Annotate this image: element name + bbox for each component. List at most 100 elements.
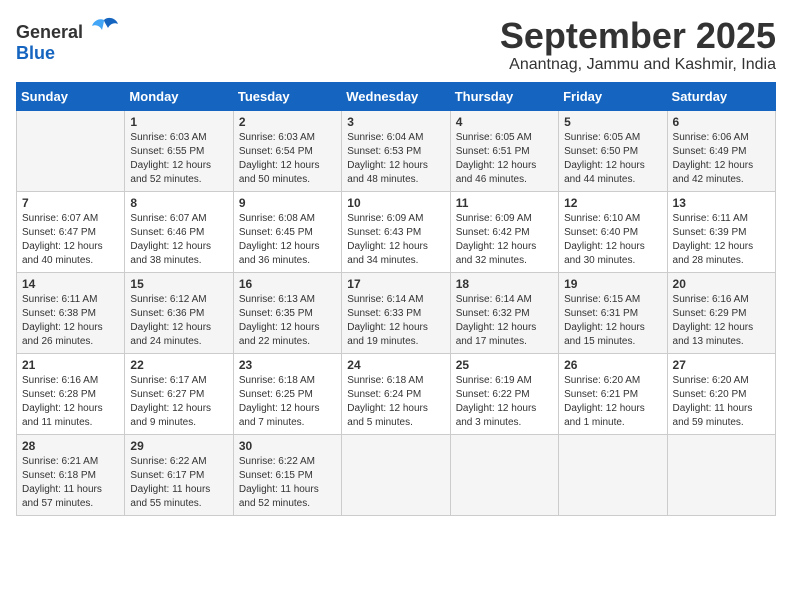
cell-content: Sunrise: 6:07 AM Sunset: 6:47 PM Dayligh…	[22, 212, 119, 268]
calendar-header: SundayMondayTuesdayWednesdayThursdayFrid…	[17, 82, 776, 110]
day-number: 15	[130, 277, 227, 291]
day-number: 2	[239, 115, 336, 129]
day-number: 4	[456, 115, 553, 129]
day-number: 19	[564, 277, 661, 291]
calendar-cell: 12 Sunrise: 6:10 AM Sunset: 6:40 PM Dayli…	[559, 191, 667, 272]
calendar-cell: 22 Sunrise: 6:17 AM Sunset: 6:27 PM Dayli…	[125, 353, 233, 434]
day-number: 28	[22, 439, 119, 453]
day-number: 6	[673, 115, 770, 129]
cell-content: Sunrise: 6:05 AM Sunset: 6:51 PM Dayligh…	[456, 131, 553, 187]
header: General Blue September 2025 Anantnag, Ja…	[16, 16, 776, 74]
cell-content: Sunrise: 6:11 AM Sunset: 6:39 PM Dayligh…	[673, 212, 770, 268]
calendar-week-row: 1 Sunrise: 6:03 AM Sunset: 6:55 PM Daylig…	[17, 110, 776, 191]
calendar-cell: 4 Sunrise: 6:05 AM Sunset: 6:51 PM Daylig…	[450, 110, 558, 191]
weekday-header-tuesday: Tuesday	[233, 82, 341, 110]
cell-content: Sunrise: 6:20 AM Sunset: 6:20 PM Dayligh…	[673, 374, 770, 430]
month-title: September 2025	[500, 16, 776, 56]
cell-content: Sunrise: 6:19 AM Sunset: 6:22 PM Dayligh…	[456, 374, 553, 430]
calendar-cell: 11Sunrise: 6:09 AM Sunset: 6:42 PM Dayli…	[450, 191, 558, 272]
cell-content: Sunrise: 6:18 AM Sunset: 6:25 PM Dayligh…	[239, 374, 336, 430]
calendar-cell: 17 Sunrise: 6:14 AM Sunset: 6:33 PM Dayli…	[342, 272, 450, 353]
day-number: 23	[239, 358, 336, 372]
weekday-header-wednesday: Wednesday	[342, 82, 450, 110]
location-title: Anantnag, Jammu and Kashmir, India	[500, 56, 776, 74]
weekday-header-saturday: Saturday	[667, 82, 775, 110]
cell-content: Sunrise: 6:11 AM Sunset: 6:38 PM Dayligh…	[22, 293, 119, 349]
cell-content: Sunrise: 6:22 AM Sunset: 6:17 PM Dayligh…	[130, 455, 227, 511]
calendar-cell	[450, 434, 558, 515]
cell-content: Sunrise: 6:18 AM Sunset: 6:24 PM Dayligh…	[347, 374, 444, 430]
cell-content: Sunrise: 6:16 AM Sunset: 6:29 PM Dayligh…	[673, 293, 770, 349]
weekday-header-thursday: Thursday	[450, 82, 558, 110]
calendar-cell: 5 Sunrise: 6:05 AM Sunset: 6:50 PM Daylig…	[559, 110, 667, 191]
day-number: 12	[564, 196, 661, 210]
cell-content: Sunrise: 6:07 AM Sunset: 6:46 PM Dayligh…	[130, 212, 227, 268]
calendar-cell: 1 Sunrise: 6:03 AM Sunset: 6:55 PM Daylig…	[125, 110, 233, 191]
cell-content: Sunrise: 6:16 AM Sunset: 6:28 PM Dayligh…	[22, 374, 119, 430]
calendar-cell: 24Sunrise: 6:18 AM Sunset: 6:24 PM Dayli…	[342, 353, 450, 434]
cell-content: Sunrise: 6:15 AM Sunset: 6:31 PM Dayligh…	[564, 293, 661, 349]
day-number: 21	[22, 358, 119, 372]
cell-content: Sunrise: 6:20 AM Sunset: 6:21 PM Dayligh…	[564, 374, 661, 430]
calendar-cell: 8 Sunrise: 6:07 AM Sunset: 6:46 PM Daylig…	[125, 191, 233, 272]
day-number: 18	[456, 277, 553, 291]
day-number: 7	[22, 196, 119, 210]
calendar-cell	[342, 434, 450, 515]
day-number: 1	[130, 115, 227, 129]
calendar-week-row: 14 Sunrise: 6:11 AM Sunset: 6:38 PM Dayli…	[17, 272, 776, 353]
cell-content: Sunrise: 6:12 AM Sunset: 6:36 PM Dayligh…	[130, 293, 227, 349]
logo-general: General	[16, 22, 83, 42]
cell-content: Sunrise: 6:09 AM Sunset: 6:42 PM Dayligh…	[456, 212, 553, 268]
day-number: 5	[564, 115, 661, 129]
calendar-cell: 23 Sunrise: 6:18 AM Sunset: 6:25 PM Dayli…	[233, 353, 341, 434]
day-number: 22	[130, 358, 227, 372]
calendar-body: 1 Sunrise: 6:03 AM Sunset: 6:55 PM Daylig…	[17, 110, 776, 515]
day-number: 29	[130, 439, 227, 453]
weekday-header-monday: Monday	[125, 82, 233, 110]
calendar-cell: 7 Sunrise: 6:07 AM Sunset: 6:47 PM Daylig…	[17, 191, 125, 272]
cell-content: Sunrise: 6:03 AM Sunset: 6:55 PM Dayligh…	[130, 131, 227, 187]
cell-content: Sunrise: 6:05 AM Sunset: 6:50 PM Dayligh…	[564, 131, 661, 187]
calendar-cell: 25Sunrise: 6:19 AM Sunset: 6:22 PM Dayli…	[450, 353, 558, 434]
calendar-cell: 20 Sunrise: 6:16 AM Sunset: 6:29 PM Dayli…	[667, 272, 775, 353]
day-number: 27	[673, 358, 770, 372]
calendar-cell: 18Sunrise: 6:14 AM Sunset: 6:32 PM Dayli…	[450, 272, 558, 353]
weekday-header-sunday: Sunday	[17, 82, 125, 110]
cell-content: Sunrise: 6:17 AM Sunset: 6:27 PM Dayligh…	[130, 374, 227, 430]
day-number: 9	[239, 196, 336, 210]
calendar-cell: 28 Sunrise: 6:21 AM Sunset: 6:18 PM Dayli…	[17, 434, 125, 515]
cell-content: Sunrise: 6:21 AM Sunset: 6:18 PM Dayligh…	[22, 455, 119, 511]
calendar-cell: 2 Sunrise: 6:03 AM Sunset: 6:54 PM Daylig…	[233, 110, 341, 191]
calendar-cell: 6 Sunrise: 6:06 AM Sunset: 6:49 PM Daylig…	[667, 110, 775, 191]
weekday-header-row: SundayMondayTuesdayWednesdayThursdayFrid…	[17, 82, 776, 110]
day-number: 26	[564, 358, 661, 372]
cell-content: Sunrise: 6:09 AM Sunset: 6:43 PM Dayligh…	[347, 212, 444, 268]
title-area: September 2025 Anantnag, Jammu and Kashm…	[500, 16, 776, 74]
calendar-cell: 3Sunrise: 6:04 AM Sunset: 6:53 PM Daylig…	[342, 110, 450, 191]
cell-content: Sunrise: 6:03 AM Sunset: 6:54 PM Dayligh…	[239, 131, 336, 187]
calendar-cell: 29 Sunrise: 6:22 AM Sunset: 6:17 PM Dayli…	[125, 434, 233, 515]
cell-content: Sunrise: 6:10 AM Sunset: 6:40 PM Dayligh…	[564, 212, 661, 268]
calendar-cell	[559, 434, 667, 515]
calendar-cell: 14 Sunrise: 6:11 AM Sunset: 6:38 PM Dayli…	[17, 272, 125, 353]
calendar-cell: 13Sunrise: 6:11 AM Sunset: 6:39 PM Dayli…	[667, 191, 775, 272]
calendar-cell: 10Sunrise: 6:09 AM Sunset: 6:43 PM Dayli…	[342, 191, 450, 272]
cell-content: Sunrise: 6:06 AM Sunset: 6:49 PM Dayligh…	[673, 131, 770, 187]
day-number: 14	[22, 277, 119, 291]
calendar-week-row: 7 Sunrise: 6:07 AM Sunset: 6:47 PM Daylig…	[17, 191, 776, 272]
weekday-header-friday: Friday	[559, 82, 667, 110]
calendar-cell	[17, 110, 125, 191]
day-number: 17	[347, 277, 444, 291]
day-number: 16	[239, 277, 336, 291]
day-number: 8	[130, 196, 227, 210]
calendar-cell: 21 Sunrise: 6:16 AM Sunset: 6:28 PM Dayli…	[17, 353, 125, 434]
cell-content: Sunrise: 6:04 AM Sunset: 6:53 PM Dayligh…	[347, 131, 444, 187]
logo-blue: Blue	[16, 43, 55, 63]
cell-content: Sunrise: 6:14 AM Sunset: 6:33 PM Dayligh…	[347, 293, 444, 349]
calendar-cell: 27 Sunrise: 6:20 AM Sunset: 6:20 PM Dayli…	[667, 353, 775, 434]
calendar-week-row: 28 Sunrise: 6:21 AM Sunset: 6:18 PM Dayli…	[17, 434, 776, 515]
logo: General Blue	[16, 16, 118, 64]
cell-content: Sunrise: 6:22 AM Sunset: 6:15 PM Dayligh…	[239, 455, 336, 511]
calendar-cell: 9Sunrise: 6:08 AM Sunset: 6:45 PM Daylig…	[233, 191, 341, 272]
day-number: 20	[673, 277, 770, 291]
